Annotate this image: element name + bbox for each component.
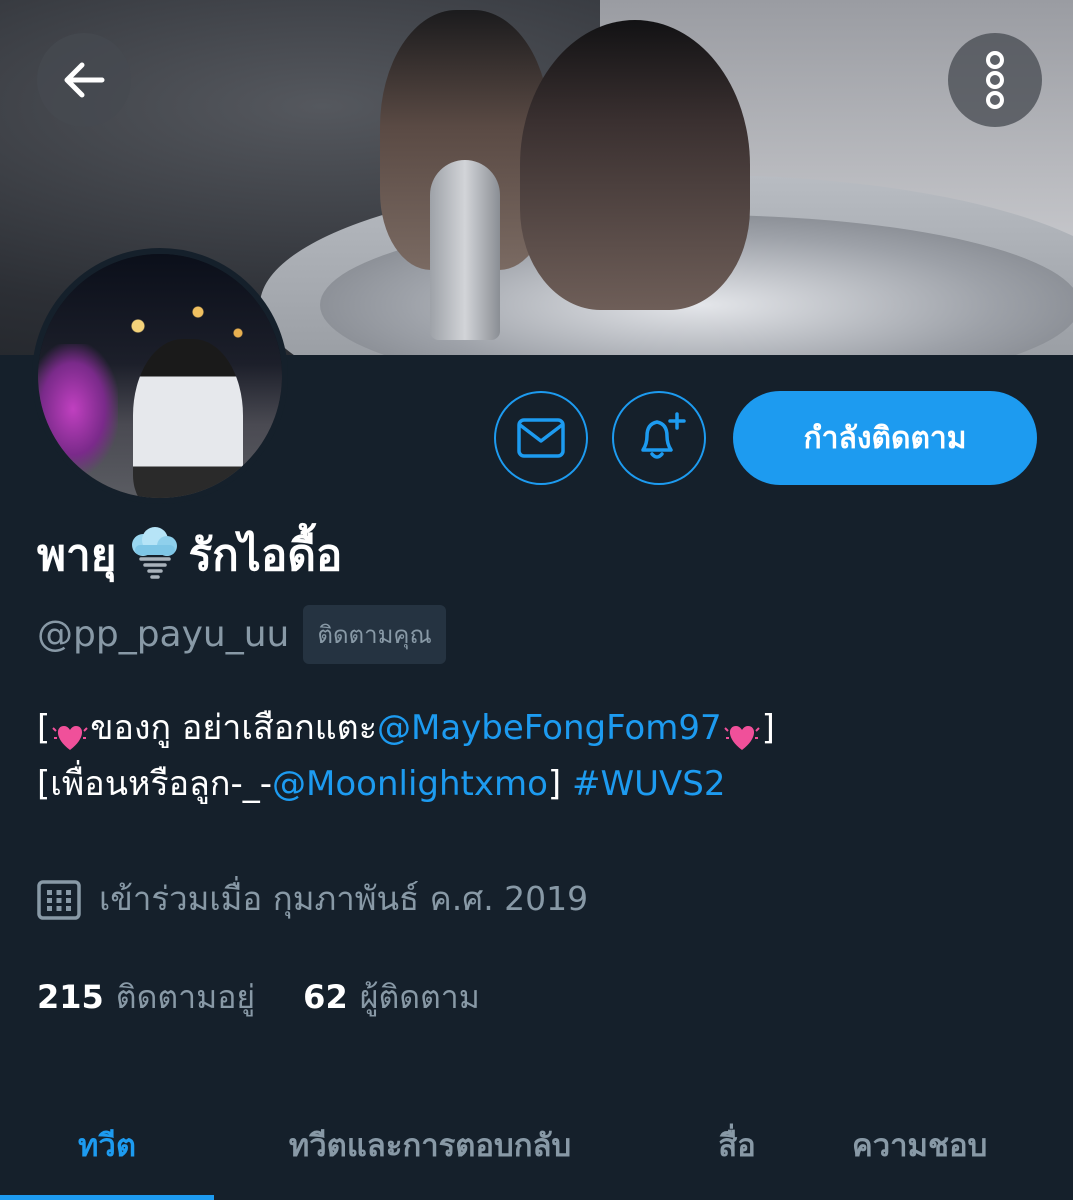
profile-tabs: ทวีต ทวีตและการตอบกลับ สื่อ ความชอบ bbox=[0, 1090, 1073, 1200]
calendar-icon bbox=[37, 879, 81, 920]
bio-bracket: ] bbox=[547, 764, 562, 804]
following-label: ติดตามอยู่ bbox=[115, 978, 256, 1016]
following-stat[interactable]: 215 ติดตามอยู่ bbox=[37, 972, 255, 1023]
display-name: พายุ รักไอดื้อ bbox=[37, 520, 342, 590]
mention-link[interactable]: @MaybeFongFom97 bbox=[377, 708, 722, 748]
tornado-cloud-icon bbox=[123, 525, 183, 585]
banner-figure bbox=[520, 20, 750, 310]
mention-link[interactable]: @Moonlightxmo bbox=[272, 764, 548, 804]
bio-bracket: ] bbox=[761, 708, 775, 748]
avatar-purple-glow bbox=[38, 344, 118, 474]
follow-stats: 215 ติดตามอยู่ 62 ผู้ติดตาม bbox=[37, 972, 480, 1023]
tab-likes[interactable]: ความชอบ bbox=[828, 1090, 1073, 1200]
bio-line-1: [ ของกู อย่าเสือกแตะ@MaybeFongFom97] bbox=[37, 700, 1037, 756]
envelope-icon bbox=[517, 418, 565, 458]
followers-count: 62 bbox=[303, 978, 348, 1016]
banner-tub-rail bbox=[430, 160, 500, 340]
profile-bio: [ ของกู อย่าเสือกแตะ@MaybeFongFom97] [เพื… bbox=[37, 700, 1037, 812]
avatar[interactable] bbox=[32, 248, 288, 504]
display-name-text: พายุ bbox=[37, 530, 117, 581]
joined-date: เข้าร่วมเมื่อ กุมภาพันธ์ ค.ศ. 2019 bbox=[37, 872, 588, 925]
followers-stat[interactable]: 62 ผู้ติดตาม bbox=[303, 972, 480, 1023]
message-button[interactable] bbox=[494, 391, 588, 485]
display-name-suffix: รักไอดื้อ bbox=[188, 530, 343, 581]
handle-row: @pp_payu_uu ติดตามคุณ bbox=[37, 605, 446, 664]
tab-tweets[interactable]: ทวีต bbox=[0, 1090, 214, 1200]
joined-text: เข้าร่วมเมื่อ กุมภาพันธ์ ค.ศ. 2019 bbox=[99, 879, 589, 918]
hashtag-link[interactable]: #WUVS2 bbox=[572, 764, 725, 804]
tab-media[interactable]: สื่อ bbox=[646, 1090, 828, 1200]
back-button[interactable] bbox=[37, 33, 131, 127]
sparkling-heart-icon bbox=[50, 713, 90, 750]
bell-plus-icon bbox=[641, 412, 686, 459]
more-options-button[interactable] bbox=[948, 33, 1042, 127]
followers-label: ผู้ติดตาม bbox=[359, 978, 480, 1016]
bio-bracket: [ bbox=[37, 708, 51, 748]
avatar-person bbox=[133, 339, 243, 498]
follows-you-badge: ติดตามคุณ bbox=[303, 605, 446, 664]
more-vertical-icon bbox=[986, 51, 1004, 109]
sparkling-heart-icon bbox=[722, 713, 762, 750]
notify-button[interactable] bbox=[612, 391, 706, 485]
bio-text: ของกู อย่าเสือกแตะ bbox=[90, 708, 377, 748]
following-button[interactable]: กำลังติดตาม bbox=[733, 391, 1037, 485]
following-count: 215 bbox=[37, 978, 104, 1016]
user-handle: @pp_payu_uu bbox=[37, 614, 290, 655]
bio-line-2: [เพื่อนหรือลูก-_-@Moonlightxmo] #WUVS2 bbox=[37, 756, 1037, 812]
arrow-left-icon bbox=[64, 62, 105, 98]
tab-tweets-and-replies[interactable]: ทวีตและการตอบกลับ bbox=[214, 1090, 646, 1200]
bio-text: [เพื่อนหรือลูก-_- bbox=[37, 764, 273, 804]
